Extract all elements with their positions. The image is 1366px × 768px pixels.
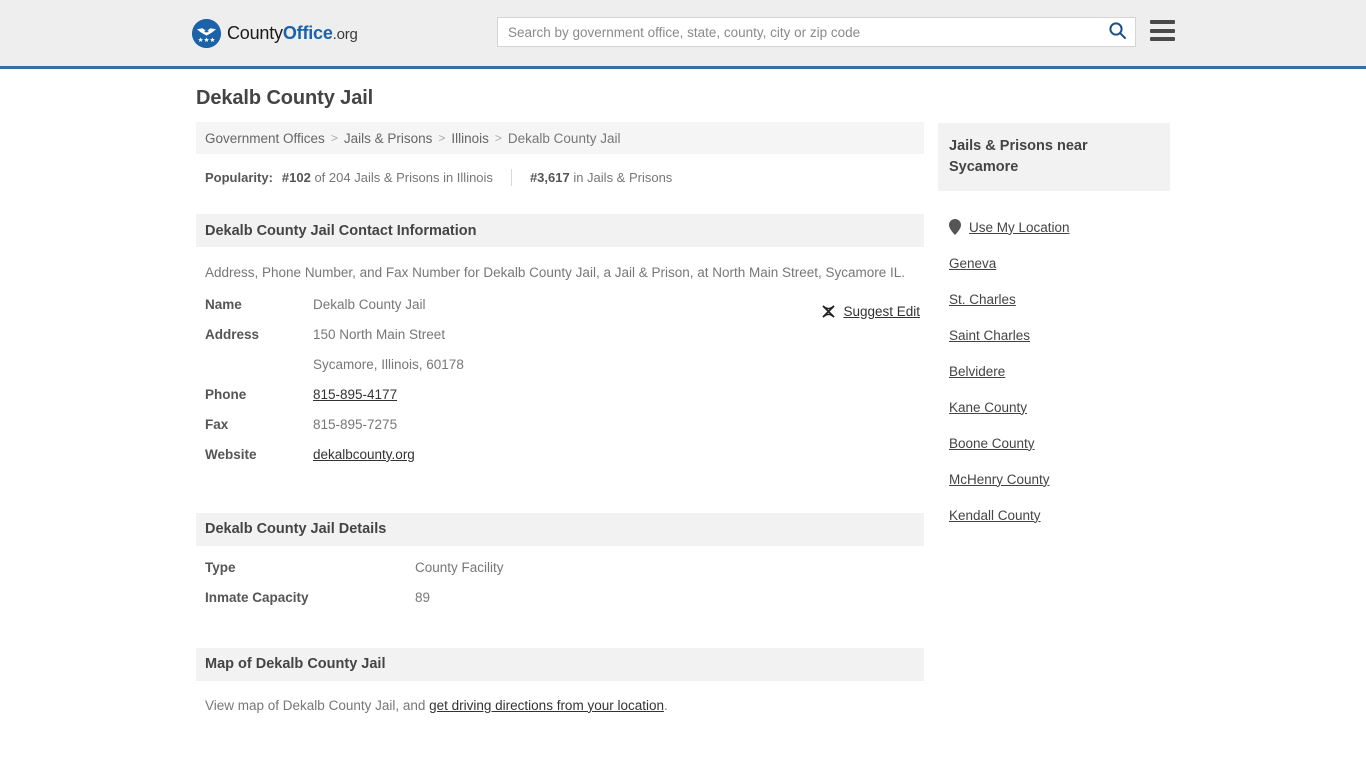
suggest-edit-label: Suggest Edit	[843, 304, 920, 320]
breadcrumb-item-government-offices[interactable]: Government Offices	[205, 131, 325, 146]
sidebar-link-kendall-county[interactable]: Kendall County	[949, 508, 1041, 523]
search-bar	[497, 17, 1136, 47]
contact-value-website: dekalbcounty.org	[313, 447, 415, 462]
sidebar-links: Use My Location Geneva St. Charles Saint…	[938, 209, 1170, 533]
suggest-edit-icon	[821, 304, 836, 319]
contact-fields: Suggest Edit Name Dekalb County Jail Add…	[196, 297, 924, 477]
hamburger-bar	[1150, 37, 1175, 41]
sidebar-link-kane-county[interactable]: Kane County	[949, 400, 1027, 415]
popularity-state: #102 of 204 Jails & Prisons in Illinois	[282, 170, 493, 185]
sidebar-link-mchenry-county[interactable]: McHenry County	[949, 472, 1050, 487]
contact-value-name: Dekalb County Jail	[313, 296, 426, 312]
details-label-type: Type	[205, 559, 236, 575]
popularity-national: #3,617 in Jails & Prisons	[530, 170, 672, 185]
sidebar-item-kane-county[interactable]: Kane County	[938, 389, 1170, 425]
sidebar-heading: Jails & Prisons near Sycamore	[938, 123, 1170, 192]
popularity-national-text: in Jails & Prisons	[573, 169, 673, 185]
search-input[interactable]	[498, 18, 1099, 46]
page-title: Dekalb County Jail	[196, 87, 374, 109]
details-fields: Type County Facility Inmate Capacity 89	[196, 560, 924, 620]
contact-row-name: Name Dekalb County Jail	[196, 297, 924, 327]
driving-directions-link[interactable]: get driving directions from your locatio…	[429, 698, 664, 713]
hamburger-bar	[1150, 20, 1175, 24]
sidebar-item-kendall-county[interactable]: Kendall County	[938, 497, 1170, 533]
contact-label-phone: Phone	[205, 386, 247, 402]
sidebar-item-st-charles[interactable]: St. Charles	[938, 281, 1170, 317]
contact-value-address-line2: Sycamore, Illinois, 60178	[313, 356, 464, 372]
hamburger-bar	[1150, 28, 1175, 33]
logo-text-county: County	[227, 23, 283, 43]
page-body: Dekalb County Jail Government Offices > …	[0, 69, 1366, 768]
sidebar-item-mchenry-county[interactable]: McHenry County	[938, 461, 1170, 497]
sidebar-item-saint-charles[interactable]: Saint Charles	[938, 317, 1170, 353]
breadcrumb-item-illinois[interactable]: Illinois	[451, 131, 489, 146]
map-section-heading: Map of Dekalb County Jail	[196, 647, 924, 681]
sidebar-link-belvidere[interactable]: Belvidere	[949, 364, 1005, 379]
contact-row-website: Website dekalbcounty.org	[196, 447, 924, 477]
suggest-edit-button[interactable]: Suggest Edit	[821, 297, 920, 327]
breadcrumb: Government Offices > Jails & Prisons > I…	[196, 122, 924, 154]
details-value-inmate-capacity: 89	[415, 589, 431, 605]
details-row-type: Type County Facility	[196, 560, 924, 590]
details-row-inmate-capacity: Inmate Capacity 89	[196, 590, 924, 620]
main-content: Dekalb County Jail Government Offices > …	[196, 86, 924, 726]
popularity-row: Popularity: #102 of 204 Jails & Prisons …	[196, 161, 924, 193]
website-link[interactable]: dekalbcounty.org	[313, 447, 415, 462]
breadcrumb-separator-icon: >	[330, 131, 338, 145]
details-value-type: County Facility	[415, 559, 504, 575]
contact-value-fax: 815-895-7275	[313, 416, 398, 432]
sidebar-link-boone-county[interactable]: Boone County	[949, 436, 1035, 451]
sidebar-link-geneva[interactable]: Geneva	[949, 256, 996, 271]
hamburger-menu-icon[interactable]	[1150, 20, 1175, 41]
contact-value-phone: 815-895-4177	[313, 387, 397, 402]
details-section-heading: Dekalb County Jail Details	[196, 512, 924, 546]
eagle-stars-icon	[192, 18, 221, 48]
popularity-state-rank: #102	[281, 169, 311, 185]
contact-row-fax: Fax 815-895-7275	[196, 417, 924, 447]
contact-section-heading: Dekalb County Jail Contact Information	[196, 214, 924, 247]
sidebar-link-saint-charles[interactable]: Saint Charles	[949, 328, 1030, 343]
site-header: CountyOffice.org	[0, 0, 1366, 69]
popularity-divider	[510, 168, 512, 186]
contact-row-address-line2: Sycamore, Illinois, 60178	[196, 357, 924, 387]
contact-description: Address, Phone Number, and Fax Number fo…	[205, 265, 906, 280]
map-text-after: .	[663, 697, 668, 713]
nearby-sidebar: Jails & Prisons near Sycamore Use My Loc…	[938, 123, 1170, 533]
logo-text-org: .org	[332, 26, 358, 43]
site-logo[interactable]: CountyOffice.org	[192, 18, 358, 48]
logo-wordmark: CountyOffice.org	[227, 24, 358, 42]
map-text-before: View map of Dekalb County Jail, and	[205, 697, 430, 713]
sidebar-item-geneva[interactable]: Geneva	[938, 245, 1170, 281]
contact-row-address: Address 150 North Main Street	[196, 327, 924, 357]
header-inner: CountyOffice.org	[0, 0, 1366, 66]
details-label-inmate-capacity: Inmate Capacity	[205, 589, 309, 605]
search-button[interactable]	[1099, 18, 1135, 46]
sidebar-item-use-my-location[interactable]: Use My Location	[938, 209, 1170, 245]
contact-label-fax: Fax	[205, 416, 229, 432]
contact-label-address: Address	[205, 326, 260, 342]
phone-link[interactable]: 815-895-4177	[313, 387, 397, 402]
contact-value-address-line1: 150 North Main Street	[313, 326, 446, 342]
contact-row-phone: Phone 815-895-4177	[196, 387, 924, 417]
logo-text-office: Office	[282, 23, 333, 43]
breadcrumb-separator-icon: >	[438, 131, 446, 145]
sidebar-item-belvidere[interactable]: Belvidere	[938, 353, 1170, 389]
sidebar-link-st-charles[interactable]: St. Charles	[949, 292, 1016, 307]
contact-label-name: Name	[205, 296, 242, 312]
use-my-location-link[interactable]: Use My Location	[969, 220, 1070, 235]
sidebar-item-boone-county[interactable]: Boone County	[938, 425, 1170, 461]
popularity-state-text: of 204 Jails & Prisons in Illinois	[314, 169, 493, 185]
breadcrumb-item-current: Dekalb County Jail	[507, 130, 621, 146]
map-description: View map of Dekalb County Jail, and get …	[196, 698, 924, 713]
map-pin-icon	[949, 219, 961, 236]
breadcrumb-separator-icon: >	[494, 131, 502, 145]
breadcrumb-item-jails-prisons[interactable]: Jails & Prisons	[344, 131, 433, 146]
popularity-label: Popularity:	[205, 169, 273, 185]
popularity-national-rank: #3,617	[529, 169, 570, 185]
contact-label-website: Website	[205, 446, 257, 462]
search-icon	[1108, 21, 1127, 43]
